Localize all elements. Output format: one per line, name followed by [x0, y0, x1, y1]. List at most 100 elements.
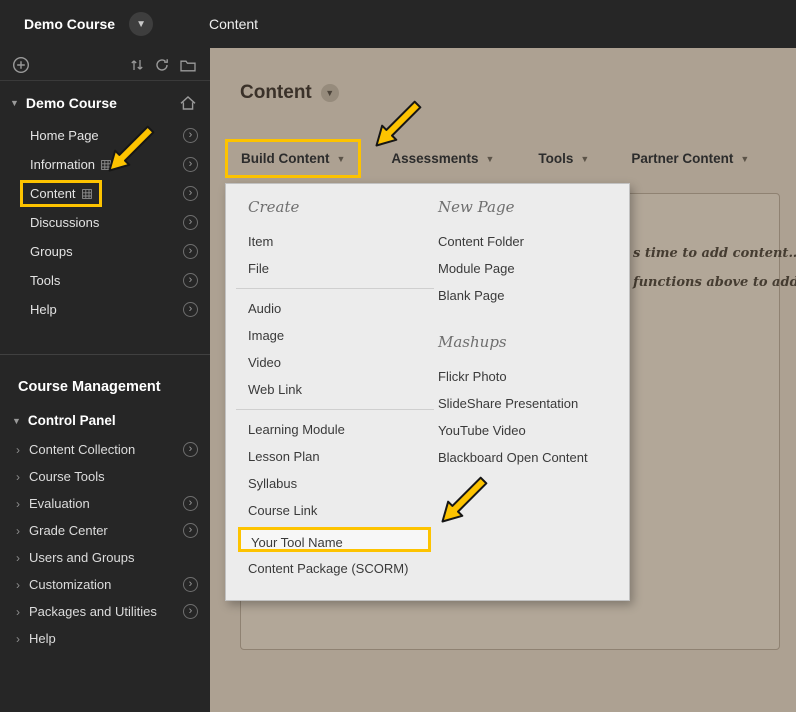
menu-item-syllabus[interactable]: Syllabus — [248, 470, 448, 497]
chevron-right-icon — [16, 443, 20, 457]
mgmt-item-label: Packages and Utilities — [29, 604, 157, 619]
chevron-down-icon — [336, 154, 345, 164]
page-title-chevron-icon[interactable] — [320, 84, 339, 102]
chevron-right-circle-icon[interactable] — [183, 273, 198, 288]
chevron-right-circle-icon[interactable] — [183, 215, 198, 230]
tools-label: Tools — [538, 151, 574, 166]
sidebar-item-label: Information — [30, 157, 96, 172]
action-bar: Build Content Assessments Tools Partner … — [225, 139, 749, 178]
assessments-label: Assessments — [391, 151, 479, 166]
empty-content-message-line1: s time to add content… — [633, 246, 796, 261]
menu-item-web-link[interactable]: Web Link — [248, 376, 448, 403]
top-bar: Demo Course Content — [0, 0, 796, 48]
sidebar-item-evaluation[interactable]: Evaluation — [0, 490, 210, 517]
control-panel-toggle[interactable]: Control Panel — [0, 403, 210, 436]
chevron-right-icon — [16, 497, 20, 511]
chevron-right-icon — [16, 524, 20, 538]
sidebar-course-header[interactable]: Demo Course — [0, 81, 210, 121]
course-menu-sidebar: Demo Course Home Page Information Conten… — [0, 48, 210, 712]
partner-content-button[interactable]: Partner Content — [631, 151, 749, 166]
chevron-right-icon — [16, 578, 20, 592]
menu-item-slideshare-presentation[interactable]: SlideShare Presentation — [438, 390, 623, 417]
menu-item-content-folder[interactable]: Content Folder — [438, 228, 623, 255]
open-in-new-window-icon[interactable] — [183, 442, 198, 457]
sidebar-toolbar — [0, 48, 210, 81]
menu-item-audio[interactable]: Audio — [248, 295, 448, 322]
open-in-new-window-icon[interactable] — [183, 523, 198, 538]
sidebar-item-customization[interactable]: Customization — [0, 571, 210, 598]
mgmt-item-label: Help — [29, 631, 56, 646]
menu-item-item[interactable]: Item — [248, 228, 448, 255]
sidebar-item-label: Content — [30, 186, 76, 201]
mgmt-item-label: Evaluation — [29, 496, 90, 511]
add-menu-item-icon[interactable] — [12, 56, 30, 74]
sidebar-item-grade-center[interactable]: Grade Center — [0, 517, 210, 544]
breadcrumb[interactable]: Content — [209, 16, 258, 32]
mgmt-item-label: Grade Center — [29, 523, 108, 538]
mgmt-item-label: Course Tools — [29, 469, 105, 484]
menu-item-image[interactable]: Image — [248, 322, 448, 349]
partner-content-label: Partner Content — [631, 151, 734, 166]
menu-item-blackboard-open-content[interactable]: Blackboard Open Content — [438, 444, 623, 471]
empty-content-message-line2: functions above to add it. — [633, 275, 796, 290]
sidebar-item-label: Home Page — [30, 128, 99, 143]
chevron-down-icon — [740, 154, 749, 164]
chevron-right-icon — [16, 605, 20, 619]
menu-item-youtube-video[interactable]: YouTube Video — [438, 417, 623, 444]
build-content-label: Build Content — [241, 151, 330, 166]
reorder-icon[interactable] — [130, 58, 144, 72]
chevron-right-circle-icon[interactable] — [183, 157, 198, 172]
sidebar-item-label: Discussions — [30, 215, 100, 230]
menu-item-content-package-scorm[interactable]: Content Package (SCORM) — [248, 555, 448, 582]
sidebar-item-label: Help — [30, 302, 57, 317]
chevron-right-circle-icon[interactable] — [183, 302, 198, 317]
sidebar-item-groups[interactable]: Groups — [0, 237, 210, 266]
refresh-icon[interactable] — [155, 58, 169, 72]
chevron-down-icon — [485, 154, 494, 164]
home-icon[interactable] — [180, 96, 196, 110]
menu-item-your-tool-name[interactable]: Your Tool Name — [238, 527, 431, 552]
chevron-down-icon — [580, 154, 589, 164]
sidebar-item-help-mgmt[interactable]: Help — [0, 625, 210, 652]
sidebar-item-label: Tools — [30, 273, 61, 288]
menu-item-blank-page[interactable]: Blank Page — [438, 282, 623, 309]
chevron-right-icon — [16, 632, 20, 646]
menu-item-video[interactable]: Video — [248, 349, 448, 376]
sidebar-item-label: Groups — [30, 244, 73, 259]
menu-item-lesson-plan[interactable]: Lesson Plan — [248, 443, 448, 470]
menu-header-new-page: New Page — [438, 198, 515, 216]
chevron-right-circle-icon[interactable] — [183, 186, 198, 201]
sidebar-item-content-collection[interactable]: Content Collection — [0, 436, 210, 463]
topbar-course-title: Demo Course — [24, 16, 116, 32]
mgmt-item-label: Customization — [29, 577, 112, 592]
chevron-right-icon — [16, 470, 20, 484]
chevron-down-icon — [10, 98, 19, 108]
chevron-right-icon — [16, 551, 20, 565]
sidebar-item-discussions[interactable]: Discussions — [0, 208, 210, 237]
sidebar-item-tools[interactable]: Tools — [0, 266, 210, 295]
sidebar-item-course-tools[interactable]: Course Tools — [0, 463, 210, 490]
sidebar-item-help[interactable]: Help — [0, 295, 210, 324]
assessments-button[interactable]: Assessments — [391, 151, 494, 166]
sidebar-item-users-and-groups[interactable]: Users and Groups — [0, 544, 210, 571]
folder-icon[interactable] — [180, 59, 196, 72]
menu-item-learning-module[interactable]: Learning Module — [248, 416, 448, 443]
menu-item-file[interactable]: File — [248, 255, 448, 282]
menu-item-module-page[interactable]: Module Page — [438, 255, 623, 282]
build-content-menu: Create Item File Audio Image Video Web L… — [225, 183, 630, 601]
open-in-new-window-icon[interactable] — [183, 604, 198, 619]
control-panel-label: Control Panel — [27, 413, 116, 428]
menu-item-flickr-photo[interactable]: Flickr Photo — [438, 363, 623, 390]
menu-item-course-link[interactable]: Course Link — [248, 497, 448, 524]
sidebar-item-content[interactable]: Content — [0, 179, 210, 208]
sidebar-item-packages-and-utilities[interactable]: Packages and Utilities — [0, 598, 210, 625]
course-menu-chevron-icon[interactable] — [129, 12, 154, 36]
chevron-right-circle-icon[interactable] — [183, 244, 198, 259]
tools-button[interactable]: Tools — [538, 151, 589, 166]
open-in-new-window-icon[interactable] — [183, 496, 198, 511]
sidebar-item-home-page[interactable]: Home Page — [0, 121, 210, 150]
chevron-right-circle-icon[interactable] — [183, 128, 198, 143]
annotation-highlight-content: Content — [20, 180, 102, 207]
open-in-new-window-icon[interactable] — [183, 577, 198, 592]
build-content-button[interactable]: Build Content — [225, 139, 362, 178]
